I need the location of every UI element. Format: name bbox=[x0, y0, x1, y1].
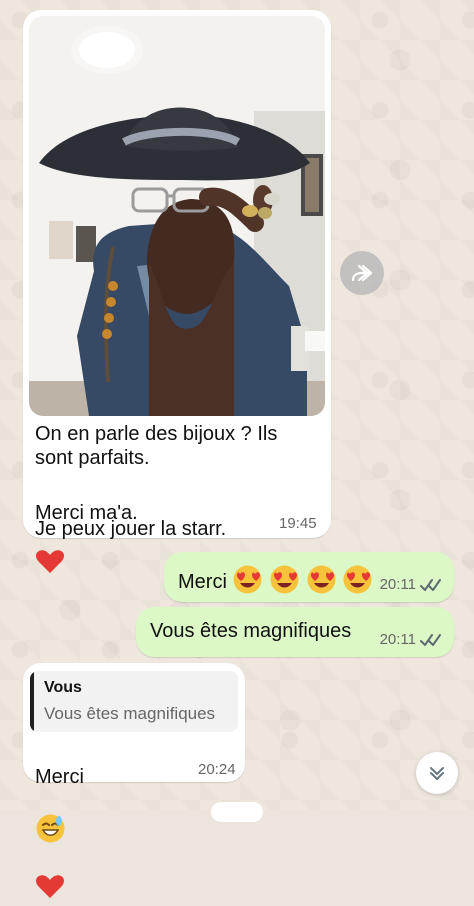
double-check-icon bbox=[420, 578, 441, 591]
chevron-down-double-icon bbox=[430, 767, 444, 780]
message-time: 20:11 bbox=[379, 576, 416, 593]
quoted-text: Vous êtes magnifiques bbox=[44, 704, 216, 723]
message-text-line3: Je peux jouer la starr. bbox=[35, 518, 227, 540]
incoming-reply-message[interactable]: Vous Vous êtes magnifiques Merci 20:24 bbox=[23, 663, 245, 898]
outgoing-message-1[interactable]: Merci 20:11 bbox=[164, 552, 454, 602]
shared-photo[interactable] bbox=[29, 16, 325, 416]
double-check-icon bbox=[420, 633, 441, 646]
quote-bar bbox=[30, 671, 34, 732]
cut-off-date-label bbox=[211, 802, 263, 822]
outgoing-message-text-2: Vous êtes magnifiques bbox=[150, 620, 352, 642]
message-time: 20:11 bbox=[379, 631, 416, 648]
quoted-message[interactable]: Vous Vous êtes magnifiques bbox=[30, 671, 238, 732]
heart-eyes-emoji-icon bbox=[232, 564, 263, 601]
photo-content bbox=[29, 16, 325, 416]
message-text-line1: On en parle des bijoux ? Ils sont parfai… bbox=[35, 423, 278, 469]
heart-icon bbox=[35, 850, 65, 906]
outgoing-message-meta-2: 20:11 bbox=[380, 631, 442, 648]
message-time: 19:45 bbox=[279, 515, 317, 532]
forward-button[interactable] bbox=[340, 251, 384, 295]
outgoing-message-text-1: Merci bbox=[178, 564, 373, 601]
scroll-down-button[interactable] bbox=[416, 752, 458, 794]
heart-eyes-emoji-icon bbox=[306, 564, 337, 601]
incoming-photo-message[interactable]: On en parle des bijoux ? Ils sont parfai… bbox=[23, 10, 331, 573]
quoted-author: Vous bbox=[44, 679, 82, 696]
grinning-sweat-emoji-icon bbox=[35, 789, 66, 850]
heart-eyes-emoji-icon bbox=[269, 564, 300, 601]
message-time: 20:24 bbox=[198, 761, 236, 778]
forward-icon bbox=[351, 264, 373, 282]
outgoing-message-meta-1: 20:11 bbox=[380, 576, 442, 593]
heart-eyes-emoji-icon bbox=[342, 564, 373, 601]
outgoing-message-2[interactable]: Vous êtes magnifiques 20:11 bbox=[136, 607, 454, 657]
reply-message-text: Merci bbox=[35, 741, 84, 906]
